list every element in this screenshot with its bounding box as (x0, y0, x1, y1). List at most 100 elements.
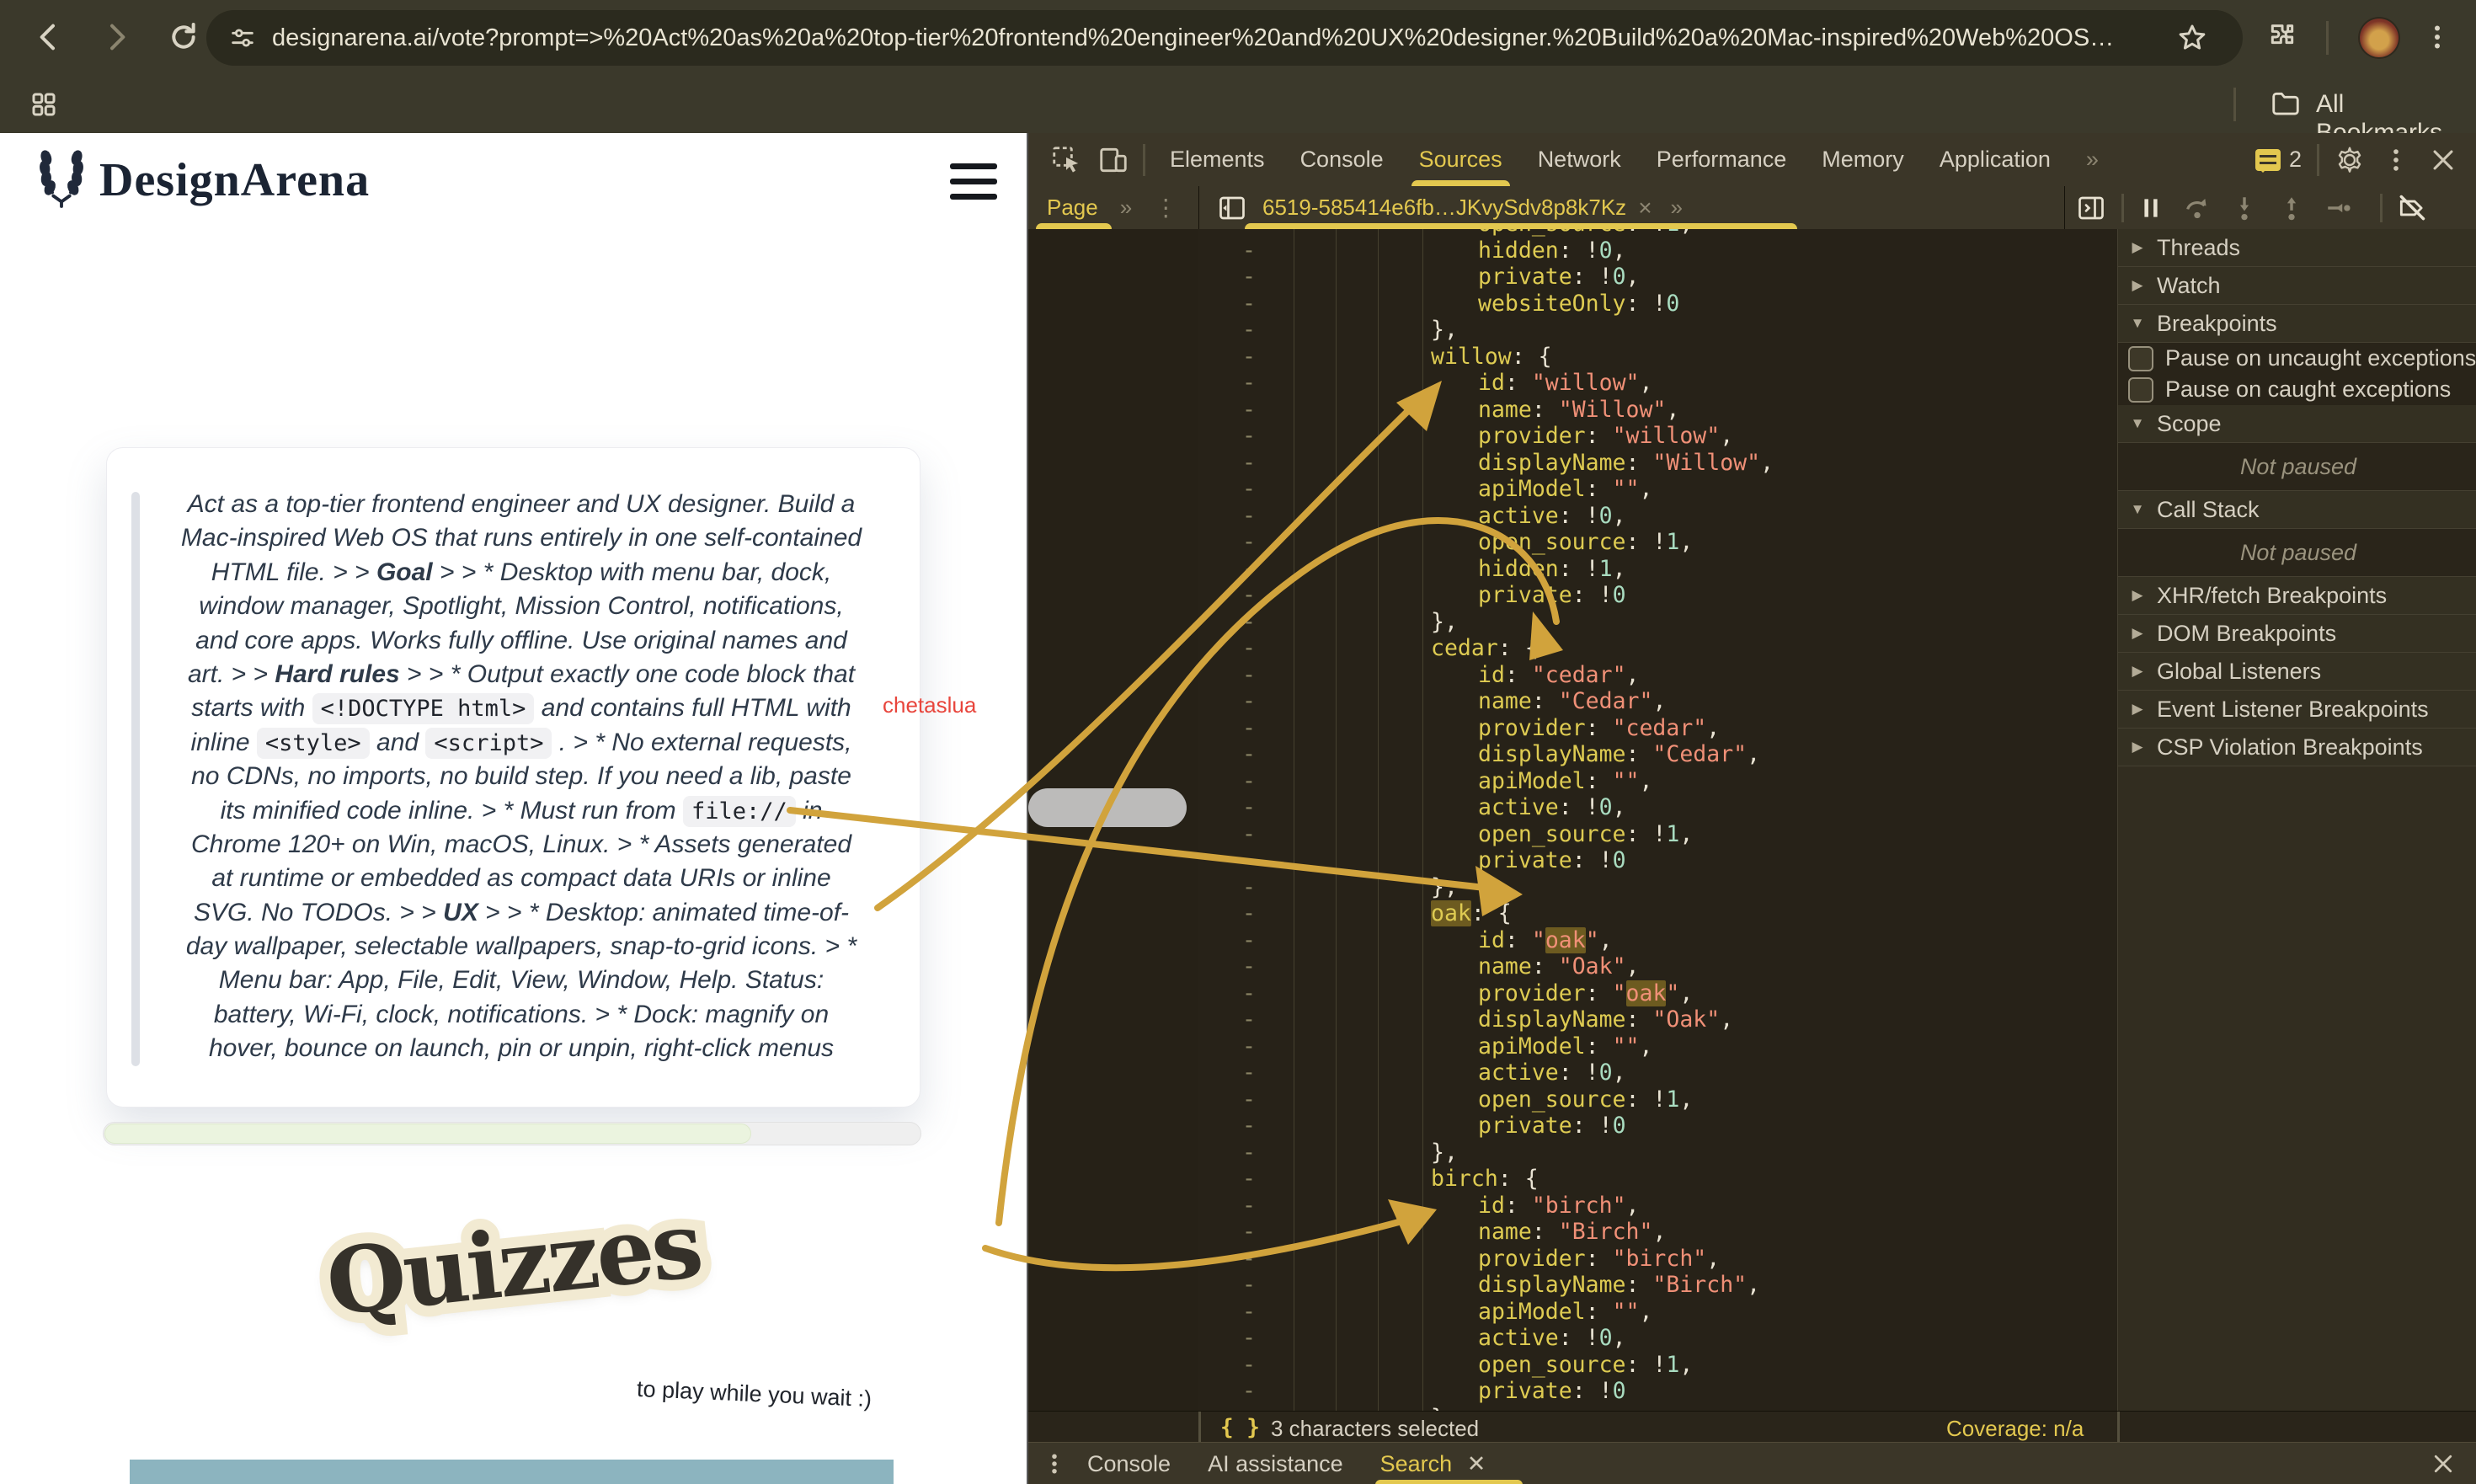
gutter-mark[interactable]: - (1242, 476, 1256, 503)
navigator-more-icon[interactable]: » (1120, 195, 1132, 221)
gutter-mark[interactable]: - (1242, 317, 1256, 344)
gutter-mark[interactable]: - (1242, 556, 1256, 583)
gutter-mark[interactable]: - (1242, 1405, 1256, 1412)
code-line[interactable]: -}, (1198, 1140, 2117, 1166)
code-line[interactable]: -oak: { (1198, 900, 2117, 927)
issues-badge[interactable]: 2 (2255, 147, 2302, 173)
gutter-mark[interactable]: - (1242, 927, 1256, 954)
drawer-tab-close-icon[interactable]: ✕ (1467, 1451, 1486, 1476)
deactivate-breakpoints-icon[interactable] (2396, 192, 2428, 224)
sidebar-section-global-listeners[interactable]: ▶Global Listeners (2118, 653, 2476, 691)
gutter-mark[interactable]: - (1242, 423, 1256, 450)
back-icon[interactable] (30, 19, 67, 56)
tab-console[interactable]: Console (1283, 133, 1401, 186)
drawer-tab-ai-assistance[interactable]: AI assistance (1208, 1443, 1343, 1484)
gutter-mark[interactable]: - (1242, 1299, 1256, 1326)
gutter-mark[interactable]: - (1242, 344, 1256, 371)
designarena-logo-icon[interactable] (34, 148, 89, 209)
gutter-mark[interactable]: - (1242, 662, 1256, 689)
code-line[interactable]: -websiteOnly: !0 (1198, 291, 2117, 318)
step-over-icon[interactable] (2183, 194, 2212, 222)
code-line[interactable]: -open_source: !1, (1198, 821, 2117, 848)
code-line[interactable]: -active: !0, (1198, 1060, 2117, 1086)
code-line[interactable]: -id: "willow", (1198, 370, 2117, 397)
editor-more-tabs-icon[interactable]: » (1671, 195, 1683, 221)
tab-sources[interactable]: Sources (1401, 133, 1520, 186)
tab-performance[interactable]: Performance (1639, 133, 1805, 186)
code-line[interactable]: -private: !0 (1198, 1378, 2117, 1405)
code-line[interactable]: -name: "Birch", (1198, 1219, 2117, 1246)
code-line[interactable]: -id: "oak", (1198, 927, 2117, 954)
more-tabs-icon[interactable]: » (2068, 133, 2116, 186)
gutter-mark[interactable]: - (1242, 1166, 1256, 1193)
code-line[interactable]: -apiModel: "", (1198, 476, 2117, 503)
site-info-icon[interactable] (228, 24, 257, 52)
code-line[interactable]: -name: "Oak", (1198, 953, 2117, 980)
checkbox[interactable] (2128, 346, 2153, 371)
drawer-close-icon[interactable] (2431, 1451, 2456, 1476)
step-into-icon[interactable] (2230, 194, 2259, 222)
tab-network[interactable]: Network (1520, 133, 1639, 186)
gutter-mark[interactable]: - (1242, 1378, 1256, 1405)
gutter-mark[interactable]: - (1242, 741, 1256, 768)
gutter-mark[interactable]: - (1242, 821, 1256, 848)
code-line[interactable]: -id: "cedar", (1198, 662, 2117, 689)
gutter-mark[interactable]: - (1242, 1352, 1256, 1379)
code-line[interactable]: -provider: "willow", (1198, 423, 2117, 450)
checkbox[interactable] (2128, 377, 2153, 403)
forward-icon[interactable] (98, 19, 135, 56)
sidebar-section-csp-violation-breakpoints[interactable]: ▶CSP Violation Breakpoints (2118, 729, 2476, 766)
sidebar-section-dom-breakpoints[interactable]: ▶DOM Breakpoints (2118, 615, 2476, 653)
tab-application[interactable]: Application (1922, 133, 2068, 186)
avatar[interactable] (2358, 17, 2400, 59)
code-line[interactable]: -displayName: "Willow", (1198, 450, 2117, 477)
gutter-mark[interactable]: - (1242, 635, 1256, 662)
devtools-close-icon[interactable] (2429, 146, 2457, 174)
inspect-element-icon[interactable] (1050, 144, 1082, 176)
gutter-mark[interactable]: - (1242, 397, 1256, 424)
code-line[interactable]: -hidden: !1, (1198, 556, 2117, 583)
drawer-menu-icon[interactable] (1042, 1451, 1067, 1476)
code-line[interactable]: -provider: "oak", (1198, 980, 2117, 1007)
code-line[interactable]: -cedar: { (1198, 635, 2117, 662)
gutter-mark[interactable]: - (1242, 229, 1256, 238)
code-line[interactable]: -private: !0 (1198, 1113, 2117, 1140)
code-line[interactable]: -}, (1198, 317, 2117, 344)
code-line[interactable]: -displayName: "Oak", (1198, 1006, 2117, 1033)
code-line[interactable]: -active: !0, (1198, 1325, 2117, 1352)
navigator-menu-icon[interactable]: ⋮ (1154, 194, 1177, 222)
checkbox-row[interactable]: Pause on caught exceptions (2118, 374, 2476, 405)
gutter-mark[interactable]: - (1242, 1033, 1256, 1060)
code-line[interactable]: -private: !0, (1198, 264, 2117, 291)
scroll-pill[interactable] (1028, 788, 1187, 827)
gutter-mark[interactable]: - (1242, 1325, 1256, 1352)
gutter-mark[interactable]: - (1242, 1193, 1256, 1220)
gutter-mark[interactable]: - (1242, 768, 1256, 795)
code-line[interactable]: -open_source: !1, (1198, 1086, 2117, 1113)
code-line[interactable]: -active: !0, (1198, 503, 2117, 530)
gutter-mark[interactable]: - (1242, 503, 1256, 530)
extensions-icon[interactable] (2264, 19, 2301, 56)
code-line[interactable]: -willow: { (1198, 344, 2117, 371)
brand-name[interactable]: DesignArena (99, 153, 370, 207)
code-line[interactable]: -active: !0, (1198, 794, 2117, 821)
browser-menu-icon[interactable] (2419, 19, 2456, 56)
quiz-card[interactable] (130, 1460, 894, 1484)
sidebar-section-threads[interactable]: ▶Threads (2118, 229, 2476, 267)
drawer-tab-search[interactable]: Search ✕ (1380, 1443, 1486, 1484)
code-line[interactable]: -provider: "cedar", (1198, 715, 2117, 742)
gutter-mark[interactable]: - (1242, 1113, 1256, 1140)
gutter-mark[interactable]: - (1242, 1140, 1256, 1166)
code-line[interactable]: -apiModel: "", (1198, 768, 2117, 795)
coverage-link[interactable]: Coverage: n/a (1946, 1416, 2084, 1442)
file-tab[interactable]: 6519-585414e6fb…JKvySdv8p8k7Kz (1262, 195, 1626, 221)
code-line[interactable]: -}, (1198, 609, 2117, 636)
gutter-mark[interactable]: - (1242, 900, 1256, 927)
device-toolbar-icon[interactable] (1097, 144, 1129, 176)
devtools-menu-icon[interactable] (2382, 146, 2410, 174)
sidebar-section-scope[interactable]: ▼Scope (2118, 405, 2476, 443)
pause-script-icon[interactable] (2137, 195, 2164, 222)
tab-memory[interactable]: Memory (1804, 133, 1922, 186)
gutter-mark[interactable]: - (1242, 1060, 1256, 1086)
gutter-mark[interactable]: - (1242, 874, 1256, 901)
